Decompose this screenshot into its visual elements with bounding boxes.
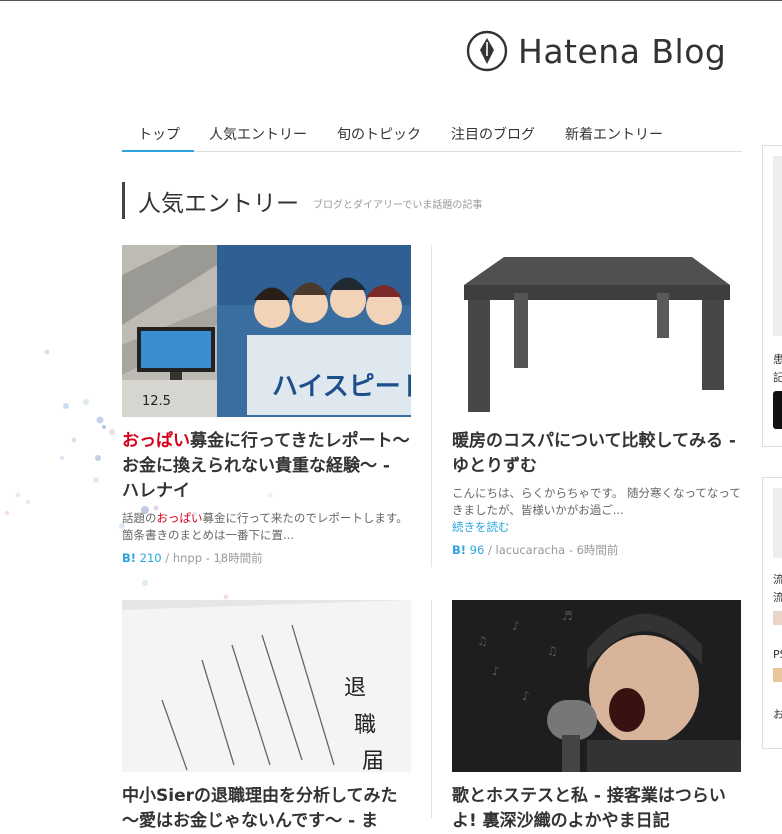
svg-text:♪: ♪ xyxy=(512,619,520,633)
bookmark-count[interactable]: 210 xyxy=(140,551,162,565)
svg-text:♪: ♪ xyxy=(522,689,530,703)
svg-text:届: 届 xyxy=(362,749,384,772)
sidebar-panel: 患 記 xyxy=(762,145,782,447)
tab-new-entries[interactable]: 新着エントリー xyxy=(550,121,678,150)
section-title: 人気エントリー xyxy=(138,190,299,217)
entry-title[interactable]: 歌とホステスと私 - 接客業はつらいよ! 裏深沙織のよかやま日記 xyxy=(452,784,741,834)
svg-text:職: 職 xyxy=(354,713,376,738)
entry-meta: B! 210 / hnpp - 18時間前 xyxy=(122,551,263,565)
entry-excerpt: こんにちは、らくからちゃです。 随分寒くなってなってきましたが、皆様いかがお過ご… xyxy=(452,486,741,517)
bookmark-icon[interactable]: B! xyxy=(452,543,466,557)
entry-card: 退 職 届 中小Sierの退職理由を分析してみた 〜愛はお金じゃないんです〜 -… xyxy=(122,600,411,834)
entry-title[interactable]: 暖房のコスパについて比較してみる - ゆとりずむ xyxy=(452,429,741,479)
entry-author-time[interactable]: lacucaracha - 6時間前 xyxy=(496,543,619,557)
svg-text:退: 退 xyxy=(344,676,366,701)
bookmark-count[interactable]: 96 xyxy=(470,543,485,557)
entry-title[interactable]: 中小Sierの退職理由を分析してみた 〜愛はお金じゃないんです〜 - ま xyxy=(122,784,411,834)
top-border xyxy=(0,0,782,1)
tab-top[interactable]: トップ xyxy=(122,121,194,152)
read-more-link[interactable]: 続きを読む xyxy=(452,519,741,536)
logo-text: Hatena Blog xyxy=(518,31,727,71)
tab-topics[interactable]: 旬のトピック xyxy=(322,121,436,150)
svg-text:ハイスピード!: ハイスピード! xyxy=(272,372,411,402)
sidebar-panel: 流 流 PS お xyxy=(762,477,782,749)
entry-card: 暖房のコスパについて比較してみる - ゆとりずむ こんにちは、らくからちゃです。… xyxy=(452,245,741,558)
pen-nib-icon xyxy=(466,30,508,72)
section-heading: 人気エントリー ブログとダイアリーでいま話題の記事 xyxy=(122,182,482,219)
entry-card: ♪ ♫ ♪ ♬ ♪ ♫ 歌とホステスと私 - 接客業はつらいよ! 裏深沙織のよかやま日記 xyxy=(452,600,741,834)
entry-thumbnail[interactable]: 退 職 届 xyxy=(122,600,411,772)
svg-text:♫: ♫ xyxy=(477,634,488,648)
entry-author-time[interactable]: hnpp - 18時間前 xyxy=(173,551,263,565)
entry-card: ハイスピード! 12.5 おっぱい募金に行ってきたレポート〜お金に換えられない貴… xyxy=(122,245,411,566)
entry-thumbnail[interactable]: ハイスピード! 12.5 xyxy=(122,245,411,417)
svg-text:♫: ♫ xyxy=(547,644,558,658)
column-divider xyxy=(431,600,432,818)
tab-featured-blogs[interactable]: 注目のブログ xyxy=(436,121,550,150)
sidebar-button[interactable] xyxy=(773,391,782,429)
entry-title[interactable]: おっぱい募金に行ってきたレポート〜お金に換えられない貴重な経験〜 - ハレナイ xyxy=(122,429,411,504)
bookmark-icon[interactable]: B! xyxy=(122,551,136,565)
hatena-blog-logo[interactable]: Hatena Blog xyxy=(466,30,726,72)
tab-popular[interactable]: 人気エントリー xyxy=(194,121,322,150)
entry-thumbnail[interactable]: ♪ ♫ ♪ ♬ ♪ ♫ xyxy=(452,600,741,772)
column-divider xyxy=(431,245,432,567)
section-subtitle: ブログとダイアリーでいま話題の記事 xyxy=(313,200,483,211)
svg-text:♪: ♪ xyxy=(492,664,500,678)
svg-text:♬: ♬ xyxy=(562,609,573,623)
entry-excerpt: 話題のおっぱい募金に行って来たのでレポートします。箇条書きのまとめは一番下に置.… xyxy=(122,511,408,542)
entry-meta: B! 96 / lacucaracha - 6時間前 xyxy=(452,543,619,557)
entry-thumbnail[interactable] xyxy=(452,245,741,417)
svg-text:12.5: 12.5 xyxy=(142,394,171,409)
main-nav: トップ 人気エントリー 旬のトピック 注目のブログ 新着エントリー xyxy=(122,121,742,152)
